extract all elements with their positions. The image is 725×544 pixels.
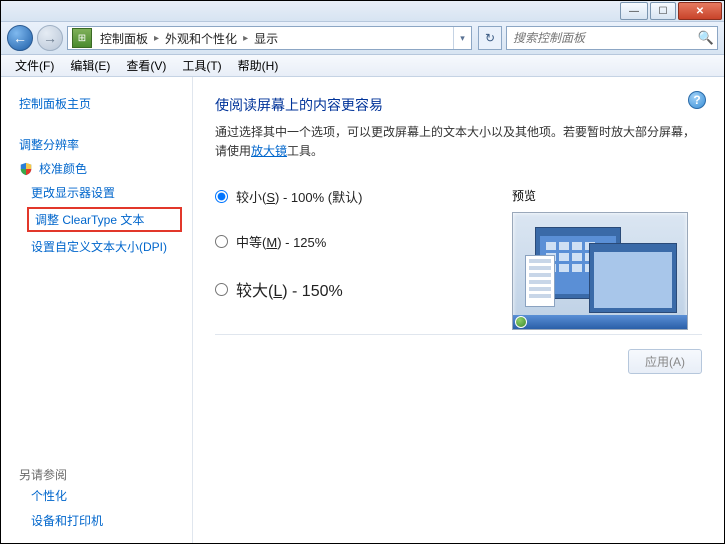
option-small[interactable]: 较小(S) - 100% (默认) [215, 187, 512, 206]
help-icon[interactable]: ? [688, 91, 706, 109]
address-bar[interactable]: ⊞ 控制面板 ▸ 外观和个性化 ▸ 显示 ▾ [67, 26, 472, 50]
content-area: ? 使阅读屏幕上的内容更容易 通过选择其中一个选项，可以更改屏幕上的文本大小以及… [193, 77, 724, 543]
back-button[interactable]: ← [7, 25, 33, 51]
search-icon[interactable]: 🔍 [695, 27, 717, 49]
menu-file[interactable]: 文件(F) [7, 55, 62, 76]
sidebar-personalization[interactable]: 个性化 [19, 483, 182, 508]
sidebar-see-also-label: 另请参阅 [19, 466, 182, 483]
apply-button[interactable]: 应用(A) [628, 349, 702, 374]
chevron-right-icon[interactable]: ▸ [241, 33, 250, 44]
refresh-button[interactable]: ↻ [478, 26, 502, 50]
shield-icon [19, 162, 33, 176]
minimize-button[interactable]: — [620, 2, 648, 20]
desc-suffix: 工具。 [287, 144, 323, 158]
preview-image [512, 212, 688, 330]
option-medium-radio[interactable] [215, 235, 228, 248]
magnifier-link[interactable]: 放大镜 [251, 144, 287, 158]
option-medium-label: 中等(M) - 125% [236, 232, 326, 251]
sidebar-devices-printers[interactable]: 设备和打印机 [19, 508, 182, 533]
menu-edit[interactable]: 编辑(E) [62, 55, 118, 76]
option-large-label: 较大(L) - 150% [236, 277, 343, 301]
page-description: 通过选择其中一个选项，可以更改屏幕上的文本大小以及其他项。若要暂时放大部分屏幕，… [215, 123, 702, 161]
preview-label: 预览 [512, 187, 702, 204]
breadcrumb-item[interactable]: 外观和个性化 [161, 27, 241, 49]
control-panel-icon: ⊞ [72, 28, 92, 48]
sidebar-change-display[interactable]: 更改显示器设置 [19, 180, 182, 205]
breadcrumb-item[interactable]: 显示 [250, 27, 282, 49]
sidebar-home-link[interactable]: 控制面板主页 [19, 91, 182, 116]
option-large-radio[interactable] [215, 283, 228, 296]
menu-view[interactable]: 查看(V) [118, 55, 174, 76]
sidebar-calibrate-color[interactable]: 校准颜色 [39, 160, 87, 177]
maximize-button[interactable]: ☐ [650, 2, 676, 20]
title-bar: — ☐ ✕ [1, 1, 724, 21]
address-dropdown-icon[interactable]: ▾ [453, 27, 471, 49]
chevron-right-icon[interactable]: ▸ [152, 33, 161, 44]
forward-button[interactable]: → [37, 25, 63, 51]
sidebar-adjust-resolution[interactable]: 调整分辨率 [19, 132, 182, 157]
breadcrumb-item[interactable]: 控制面板 [96, 27, 152, 49]
menu-bar: 文件(F) 编辑(E) 查看(V) 工具(T) 帮助(H) [1, 55, 724, 77]
search-input[interactable] [507, 31, 695, 45]
option-small-radio[interactable] [215, 190, 228, 203]
option-large[interactable]: 较大(L) - 150% [215, 277, 512, 301]
option-small-label: 较小(S) - 100% (默认) [236, 187, 362, 206]
page-heading: 使阅读屏幕上的内容更容易 [215, 95, 702, 115]
sidebar-cleartype-highlighted[interactable]: 调整 ClearType 文本 [27, 207, 182, 232]
option-medium[interactable]: 中等(M) - 125% [215, 232, 512, 251]
menu-help[interactable]: 帮助(H) [230, 55, 287, 76]
sidebar-custom-dpi[interactable]: 设置自定义文本大小(DPI) [19, 234, 182, 259]
close-button[interactable]: ✕ [678, 2, 722, 20]
menu-tools[interactable]: 工具(T) [174, 55, 229, 76]
search-box[interactable]: 🔍 [506, 26, 718, 50]
navigation-bar: ← → ⊞ 控制面板 ▸ 外观和个性化 ▸ 显示 ▾ ↻ 🔍 [1, 21, 724, 55]
sidebar: 控制面板主页 调整分辨率 校准颜色 更改显示器设置 调整 ClearType 文… [1, 77, 193, 543]
